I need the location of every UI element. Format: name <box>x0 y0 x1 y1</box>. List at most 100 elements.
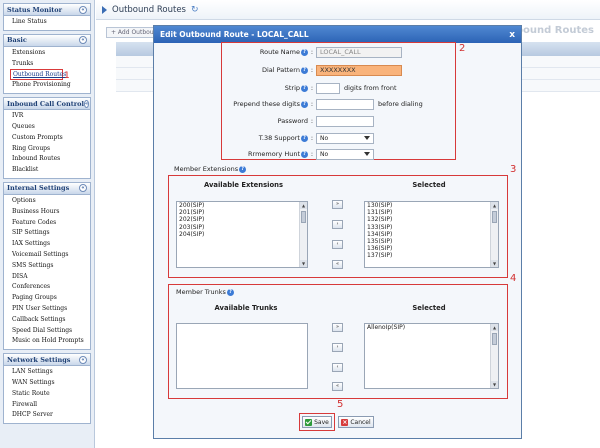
list-item[interactable]: 133(SIP) <box>365 224 498 231</box>
scroll-thumb[interactable] <box>492 211 497 223</box>
list-item[interactable]: 137(SIP) <box>365 252 498 259</box>
move-right-button[interactable]: › <box>332 220 343 229</box>
password-input[interactable] <box>316 115 374 127</box>
sidebar-item[interactable]: Inbound Routes <box>4 154 90 165</box>
sidebar-section-header[interactable]: Status Monitor « <box>4 4 90 16</box>
sidebar-item[interactable]: PIN User Settings <box>4 304 90 315</box>
sidebar-item[interactable]: WAN Settings <box>4 378 90 389</box>
add-outbound-route-button[interactable]: + Add Outbou <box>106 27 159 38</box>
help-icon[interactable]: ? <box>301 100 308 108</box>
rrmemory-select[interactable]: No <box>316 148 374 160</box>
list-item[interactable]: 132(SIP) <box>365 216 498 223</box>
annotation-tag-3: 3 <box>510 164 517 175</box>
collapse-icon[interactable]: « <box>83 99 90 108</box>
sidebar-item[interactable]: IAX Settings <box>4 239 90 250</box>
sidebar-item[interactable]: Callback Settings <box>4 315 90 326</box>
sidebar-item[interactable]: Speed Dial Settings <box>4 326 90 337</box>
selected-trunks-list[interactable]: AllenoIp(SIP) ▲ ▼ <box>364 323 499 389</box>
cancel-button[interactable]: × Cancel <box>338 416 374 428</box>
sidebar-item[interactable]: Line Status <box>4 17 90 28</box>
close-icon[interactable]: x <box>509 30 515 40</box>
scroll-down-icon[interactable]: ▼ <box>491 381 498 388</box>
available-trunks-list[interactable] <box>176 323 308 389</box>
t38-label: T.38 Support? <box>218 134 308 142</box>
scroll-down-icon[interactable]: ▼ <box>491 260 498 267</box>
sidebar-item[interactable]: SIP Settings <box>4 228 90 239</box>
scroll-up-icon[interactable]: ▲ <box>300 202 307 209</box>
collapse-icon[interactable]: « <box>79 5 87 14</box>
save-button[interactable]: Save <box>302 416 332 428</box>
list-item[interactable]: 135(SIP) <box>365 238 498 245</box>
scroll-up-icon[interactable]: ▲ <box>491 202 498 209</box>
move-all-left-button[interactable]: « <box>332 260 343 269</box>
sidebar-item[interactable]: Feature Codes <box>4 218 90 229</box>
sidebar-item[interactable]: Static Route <box>4 389 90 400</box>
sidebar-item[interactable]: Music on Hold Prompts <box>4 336 90 347</box>
help-icon[interactable]: ? <box>301 84 308 92</box>
list-item[interactable]: 130(SIP) <box>365 202 498 209</box>
help-icon[interactable]: ? <box>301 66 308 74</box>
move-all-right-button[interactable]: » <box>332 200 343 209</box>
collapse-icon[interactable]: « <box>79 184 87 193</box>
sidebar-item[interactable]: Phone Provisioning <box>4 80 90 91</box>
move-right-button[interactable]: › <box>332 343 343 352</box>
scrollbar[interactable]: ▲ ▼ <box>490 202 498 267</box>
scroll-up-icon[interactable]: ▲ <box>491 324 498 331</box>
sidebar-item[interactable]: Firewall <box>4 400 90 411</box>
sidebar-item[interactable]: SMS Settings <box>4 261 90 272</box>
help-icon[interactable]: ? <box>239 165 247 173</box>
help-icon[interactable]: ? <box>226 288 234 296</box>
list-item[interactable]: 134(SIP) <box>365 231 498 238</box>
move-all-left-button[interactable]: « <box>332 382 343 391</box>
help-icon[interactable]: ? <box>301 48 308 56</box>
collapse-icon[interactable]: « <box>79 355 87 364</box>
sidebar-item[interactable]: LAN Settings <box>4 367 90 378</box>
sidebar-item[interactable]: Conferences <box>4 282 90 293</box>
t38-select[interactable]: No <box>316 132 374 144</box>
selected-extensions-list[interactable]: 130(SIP) 131(SIP) 132(SIP) 133(SIP) 134(SIP)… <box>364 201 499 268</box>
sidebar-item[interactable]: Options <box>4 196 90 207</box>
list-item[interactable]: AllenoIp(SIP) <box>365 324 498 331</box>
sidebar-item[interactable]: Extensions <box>4 48 90 59</box>
sidebar-item[interactable]: DHCP Server <box>4 410 90 421</box>
available-extensions-list[interactable]: 200(SIP) 201(SIP) 202(SIP) 203(SIP) 204(SIP)… <box>176 201 308 268</box>
dial-pattern-input[interactable]: XXXXXXXX <box>316 64 402 76</box>
list-item[interactable]: 203(SIP) <box>177 224 307 231</box>
sidebar-item[interactable]: Voicemail Settings <box>4 250 90 261</box>
sidebar-section-header[interactable]: Inbound Call Control « <box>4 98 90 111</box>
scroll-thumb[interactable] <box>301 211 306 223</box>
help-icon[interactable]: ? <box>301 134 308 142</box>
sidebar-item[interactable]: Custom Prompts <box>4 133 90 144</box>
sidebar-section-header[interactable]: Network Settings « <box>4 354 90 367</box>
route-name-input[interactable]: LOCAL_CALL <box>316 46 402 58</box>
scrollbar[interactable]: ▲ ▼ <box>299 202 307 267</box>
scrollbar[interactable]: ▲ ▼ <box>490 324 498 388</box>
sidebar-section-header[interactable]: Internal Settings « <box>4 182 90 195</box>
list-item[interactable]: 201(SIP) <box>177 209 307 216</box>
collapse-icon[interactable]: « <box>79 36 87 45</box>
sidebar-section-header[interactable]: Basic « <box>4 34 90 47</box>
sidebar-item[interactable]: Queues <box>4 122 90 133</box>
list-item[interactable]: 204(SIP) <box>177 231 307 238</box>
move-left-button[interactable]: ‹ <box>332 240 343 249</box>
refresh-icon[interactable]: ↻ <box>191 5 199 15</box>
sidebar-item[interactable]: Blacklist <box>4 165 90 176</box>
scroll-down-icon[interactable]: ▼ <box>300 260 307 267</box>
sidebar-item[interactable]: IVR <box>4 111 90 122</box>
sidebar-item[interactable]: Trunks <box>4 59 90 70</box>
list-item[interactable]: 200(SIP) <box>177 202 307 209</box>
list-item[interactable]: 136(SIP) <box>365 245 498 252</box>
sidebar-item[interactable]: Outbound Routes <box>10 69 66 81</box>
sidebar-item[interactable]: DISA <box>4 272 90 283</box>
sidebar-item[interactable]: Ring Groups <box>4 144 90 155</box>
help-icon[interactable]: ? <box>301 150 308 158</box>
prepend-input[interactable] <box>316 98 374 110</box>
move-left-button[interactable]: ‹ <box>332 363 343 372</box>
strip-input[interactable] <box>316 82 340 94</box>
list-item[interactable]: 131(SIP) <box>365 209 498 216</box>
list-item[interactable]: 202(SIP) <box>177 216 307 223</box>
scroll-thumb[interactable] <box>492 333 497 345</box>
move-all-right-button[interactable]: » <box>332 323 343 332</box>
sidebar-item[interactable]: Business Hours <box>4 207 90 218</box>
sidebar-item[interactable]: Paging Groups <box>4 293 90 304</box>
